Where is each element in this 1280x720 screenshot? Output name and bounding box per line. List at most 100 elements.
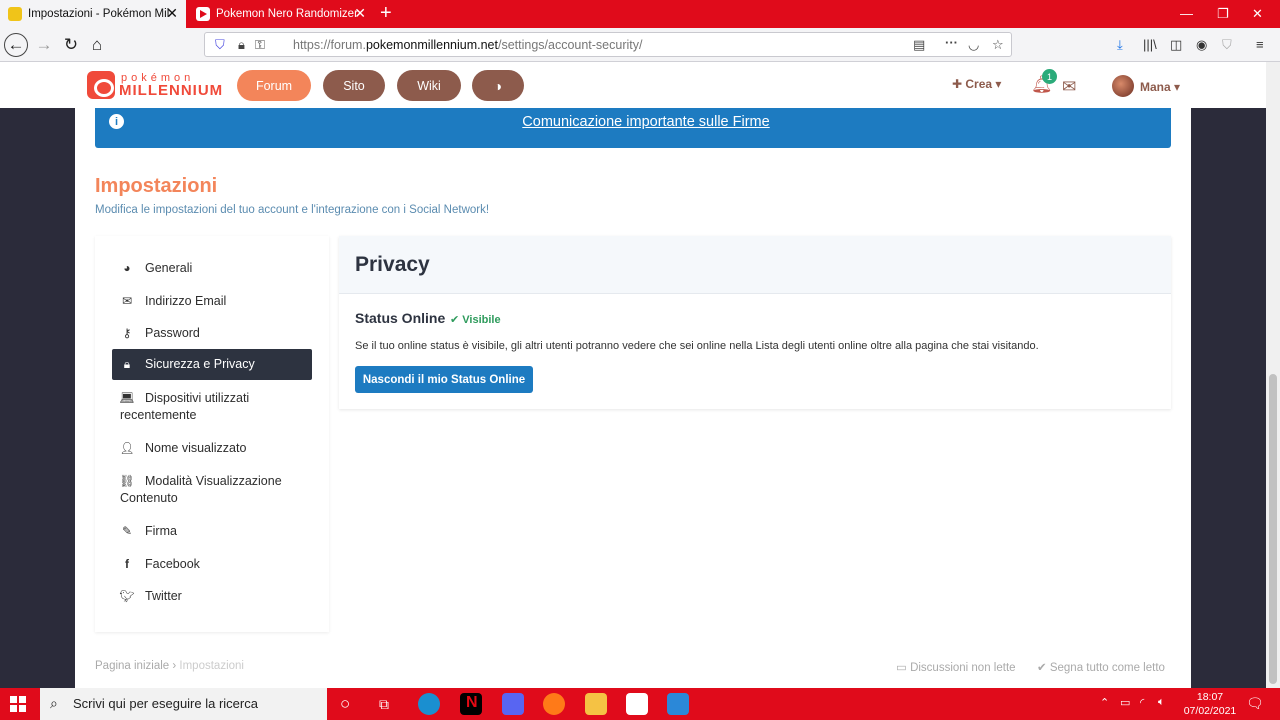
new-tab-button[interactable]: + <box>380 3 392 23</box>
browser-tab-active[interactable]: Impostazioni - Pokémon Millenn ✕ <box>0 0 186 28</box>
restore-button[interactable]: ❐ <box>1217 6 1229 22</box>
download-icon[interactable]: ⤓ <box>1117 37 1123 53</box>
edge-icon[interactable] <box>418 693 440 715</box>
reload-icon[interactable]: ↻ <box>59 33 83 57</box>
sidebar-item-signature[interactable]: ✎ Firma <box>112 523 312 540</box>
bookmark-star-icon[interactable]: ☆ <box>992 37 1004 53</box>
mark-all-read-label: Segna tutto come letto <box>1049 662 1165 674</box>
site-header: pokémon MILLENNIUM Forum Sito Wiki ◑ ✚ C… <box>0 62 1266 108</box>
wifi-icon[interactable]: ◜ <box>1140 696 1144 709</box>
tray-chevron-icon[interactable]: ⌃ <box>1100 696 1109 709</box>
sidebar-item-security-privacy[interactable]: 🔒︎ Sicurezza e Privacy <box>112 349 312 380</box>
back-arrow-icon[interactable]: ← <box>4 33 28 57</box>
task-view-icon[interactable]: ⧉ <box>379 696 389 713</box>
reader-view-icon[interactable]: ▤ <box>913 37 925 53</box>
discord-icon[interactable] <box>502 693 524 715</box>
notice-link[interactable]: Comunicazione importante sulle Firme <box>95 114 1197 130</box>
browser-tab-inactive[interactable]: Pokemon Nero Randomizer Nu ✕ <box>188 0 374 28</box>
sidebar-item-generali[interactable]: ◕ Generali <box>112 260 312 277</box>
cortana-icon[interactable]: ○ <box>340 694 350 714</box>
mail-icon[interactable] <box>667 693 689 715</box>
close-window-button[interactable]: ✕ <box>1252 6 1263 22</box>
web-page: pokémon MILLENNIUM Forum Sito Wiki ◑ ✚ C… <box>0 62 1266 688</box>
keyboard-icon: ▭ <box>896 662 911 674</box>
page-scrollbar[interactable] <box>1266 62 1280 688</box>
page-background-left <box>0 108 75 688</box>
logo-text-bottom[interactable]: MILLENNIUM <box>119 82 223 99</box>
sidebar-item-label: Modalità Visualizzazione <box>145 474 282 488</box>
close-tab-icon[interactable]: ✕ <box>166 6 178 20</box>
firefox-icon[interactable] <box>543 693 565 715</box>
pencil-icon: ✎ <box>121 524 133 538</box>
status-online-value: ✔ Visibile <box>450 313 501 326</box>
avatar[interactable] <box>1112 75 1134 97</box>
volume-icon[interactable]: 🔈︎ <box>1158 696 1165 709</box>
status-value-text: Visibile <box>462 314 501 326</box>
breadcrumb-home[interactable]: Pagina iniziale <box>95 660 169 672</box>
sidebar-item-content-mode[interactable]: ⛓ Modalità Visualizzazione Contenuto <box>112 473 312 507</box>
extension-shield-icon[interactable]: ⛉ <box>1222 37 1232 53</box>
permissions-icon[interactable]: ⚿ <box>255 37 265 53</box>
url-host: pokemonmillennium.net <box>365 37 498 52</box>
sidebar-item-label: Indirizzo Email <box>145 294 227 308</box>
tracking-shield-icon[interactable]: ⛉ <box>215 37 225 53</box>
caret-down-icon: ▾ <box>1170 80 1181 94</box>
sidebar-item-email[interactable]: ✉ Indirizzo Email <box>112 293 312 310</box>
plus-icon: ✚ <box>952 77 966 91</box>
address-bar[interactable]: ⛉ 🔒︎ ⚿ https://forum. pokemonmillennium.n… <box>204 32 1012 57</box>
status-online-label: Status Online <box>355 310 446 326</box>
nav-wiki-button[interactable]: Wiki <box>397 70 461 101</box>
padlock-icon[interactable]: 🔒︎ <box>238 37 245 53</box>
battery-icon[interactable]: ▭ <box>1120 696 1130 709</box>
taskbar-search-box[interactable]: ⌕ Scrivi qui per eseguire la ricerca <box>40 688 327 720</box>
nav-forum-button[interactable]: Forum <box>237 70 311 101</box>
browser-navigation-bar: ← → ↻ ⌂ ⛉ 🔒︎ ⚿ https://forum. pokemonmill… <box>0 28 1280 62</box>
taskbar-clock[interactable]: 18:07 07/02/2021 <box>1180 690 1240 718</box>
sidebar-item-label: Nome visualizzato <box>145 441 247 455</box>
sidebar-item-password[interactable]: ⚷ Password <box>112 325 312 342</box>
theme-toggle-button[interactable]: ◑ <box>472 70 524 101</box>
file-explorer-icon[interactable] <box>585 693 607 715</box>
envelope-icon: ✉ <box>121 294 133 308</box>
page-subtitle: Modifica le impostazioni del tuo account… <box>95 204 490 216</box>
lock-icon: 🔒︎ <box>123 357 131 371</box>
sidebar-item-facebook[interactable]: f Facebook <box>112 556 312 573</box>
windows-start-icon[interactable] <box>10 696 26 712</box>
pocket-icon[interactable]: ◡ <box>968 37 979 53</box>
library-icon[interactable]: |||\ <box>1143 37 1157 52</box>
privacy-card-header: Privacy <box>339 236 1171 294</box>
scrollbar-thumb[interactable] <box>1269 374 1277 684</box>
breadcrumb-current[interactable]: Impostazioni <box>179 660 244 672</box>
notice-banner: i Comunicazione importante sulle Firme <box>95 108 1171 148</box>
create-label: Crea <box>965 77 993 91</box>
clock-time: 18:07 <box>1196 691 1224 703</box>
close-tab-icon[interactable]: ✕ <box>354 6 366 20</box>
minimize-button[interactable]: — <box>1180 6 1193 21</box>
sidebar-item-twitter[interactable]: 🐦︎ Twitter <box>112 588 312 605</box>
mark-all-read-link[interactable]: ✔ Segna tutto come letto <box>1037 660 1165 674</box>
unread-threads-link[interactable]: ▭ Discussioni non lette <box>896 660 1016 674</box>
action-center-icon[interactable]: 🗨︎ <box>1246 695 1264 712</box>
sidebar-item-devices[interactable]: 💻︎ Dispositivi utilizzati recentemente <box>112 390 312 424</box>
messages-envelope-icon[interactable]: ✉ <box>1062 77 1076 97</box>
page-title: Impostazioni <box>95 175 218 197</box>
user-menu-button[interactable]: Mana ▾ <box>1140 80 1180 94</box>
nav-sito-button[interactable]: Sito <box>323 70 385 101</box>
pokemon-millennium-logo-icon[interactable] <box>87 71 115 99</box>
forward-arrow-icon[interactable]: → <box>32 33 56 57</box>
username: Mana <box>1140 80 1171 94</box>
url-path: /settings/account-security/ <box>497 37 643 52</box>
laptop-icon: 💻︎ <box>119 391 135 405</box>
sidebar-item-display-name[interactable]: 👤︎ Nome visualizzato <box>112 440 312 457</box>
sidebar-toggle-icon[interactable]: ◫ <box>1170 37 1182 53</box>
link-icon: ⛓ <box>119 474 135 488</box>
page-actions-icon[interactable]: ··· <box>945 35 958 50</box>
netflix-icon[interactable]: N <box>460 693 482 715</box>
menu-hamburger-icon[interactable]: ≡ <box>1256 37 1264 52</box>
microsoft-store-icon[interactable] <box>626 693 648 715</box>
windows-taskbar: ⌕ Scrivi qui per eseguire la ricerca ○ ⧉… <box>0 688 1280 720</box>
account-icon[interactable]: ◉ <box>1196 37 1207 53</box>
create-menu-button[interactable]: ✚ Crea ▾ <box>952 77 1001 91</box>
home-icon[interactable]: ⌂ <box>85 33 109 57</box>
hide-online-status-button[interactable]: Nascondi il mio Status Online <box>355 366 533 393</box>
